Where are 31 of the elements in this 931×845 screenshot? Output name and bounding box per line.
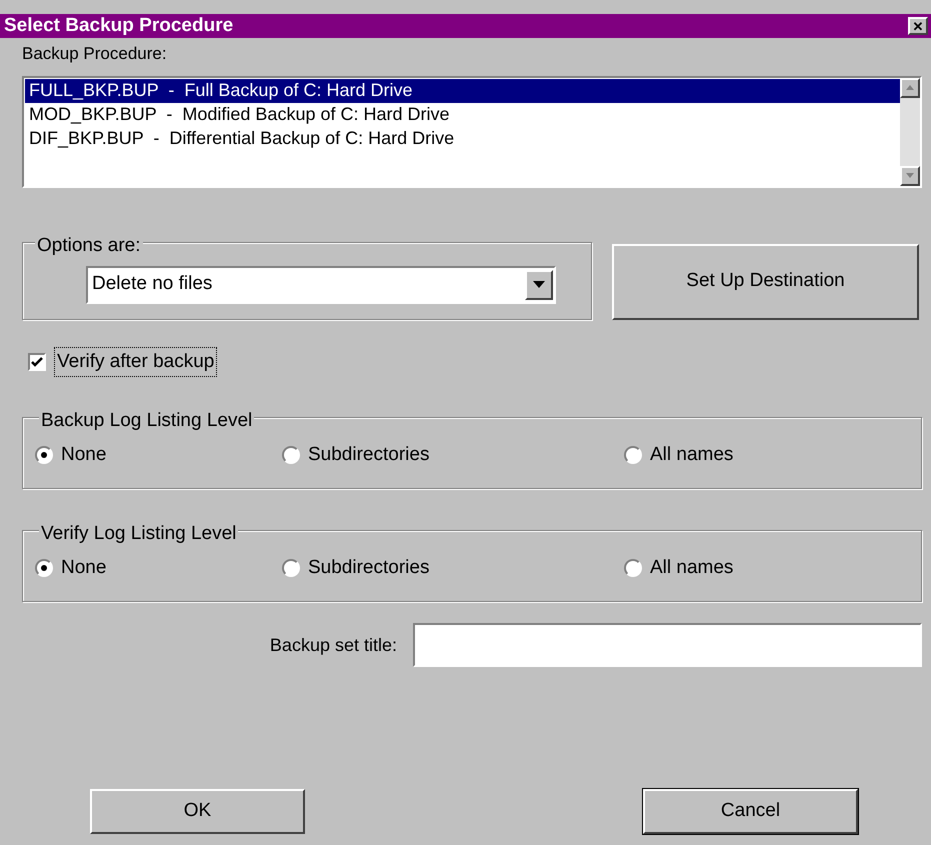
- window-title: Select Backup Procedure: [4, 14, 234, 38]
- list-item[interactable]: MOD_BKP.BUP - Modified Backup of C: Hard Drive: [25, 102, 900, 126]
- list-item[interactable]: DIF_BKP.BUP - Differential Backup of C: Hard Drive: [25, 126, 900, 150]
- procedure-list[interactable]: FULL_BKP.BUP - Full Backup of C: Hard Drive MOD_BKP.BUP - Modified Backup of C: Hard Drive DIF_BKP.BUP - Differential Backup of C: Hard Drive: [22, 76, 922, 188]
- radio-button[interactable]: [624, 559, 642, 577]
- radio-label: None: [61, 442, 106, 467]
- close-button[interactable]: ✕: [908, 17, 928, 35]
- scroll-up-icon[interactable]: [900, 78, 920, 98]
- cancel-button[interactable]: Cancel: [643, 789, 858, 834]
- set-up-destination-button[interactable]: Set Up Destination: [612, 244, 919, 320]
- radio-label: Subdirectories: [308, 442, 430, 467]
- scrollbar[interactable]: [900, 78, 920, 186]
- options-dropdown[interactable]: Delete no files: [86, 266, 556, 304]
- checkbox-label: Verify after backup: [54, 346, 218, 377]
- radio-button[interactable]: [282, 446, 300, 464]
- radio-button[interactable]: [35, 559, 53, 577]
- radio-button[interactable]: [35, 446, 53, 464]
- radio-button[interactable]: [624, 446, 642, 464]
- radio-label: None: [61, 556, 106, 580]
- radio-label: All names: [650, 556, 734, 580]
- ok-button[interactable]: OK: [90, 789, 305, 834]
- list-label: Backup Procedure:: [22, 43, 168, 65]
- radio-label: All names: [650, 442, 734, 467]
- list-item[interactable]: FULL_BKP.BUP - Full Backup of C: Hard Drive: [25, 78, 900, 102]
- checkbox[interactable]: [28, 352, 46, 371]
- radio-label: Subdirectories: [308, 556, 430, 580]
- scroll-down-icon[interactable]: [900, 166, 920, 186]
- title-input-field[interactable]: [413, 623, 922, 667]
- radio-button[interactable]: [282, 559, 300, 577]
- field-label: Backup set title:: [270, 634, 397, 657]
- dropdown-value: Delete no files: [91, 272, 214, 296]
